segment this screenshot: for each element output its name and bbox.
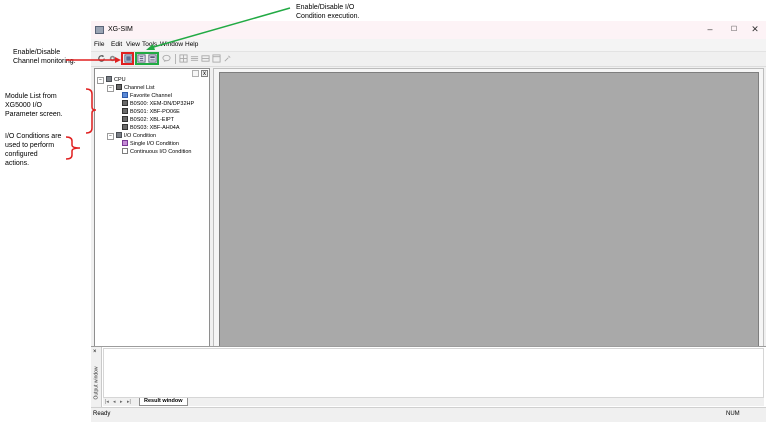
green-arrow	[149, 7, 291, 49]
annotation-overlay	[65, 7, 291, 160]
io-conditions-bracket	[65, 136, 81, 160]
red-arrowhead	[115, 57, 121, 63]
green-arrowhead	[146, 44, 155, 50]
module-list-bracket	[85, 88, 97, 134]
